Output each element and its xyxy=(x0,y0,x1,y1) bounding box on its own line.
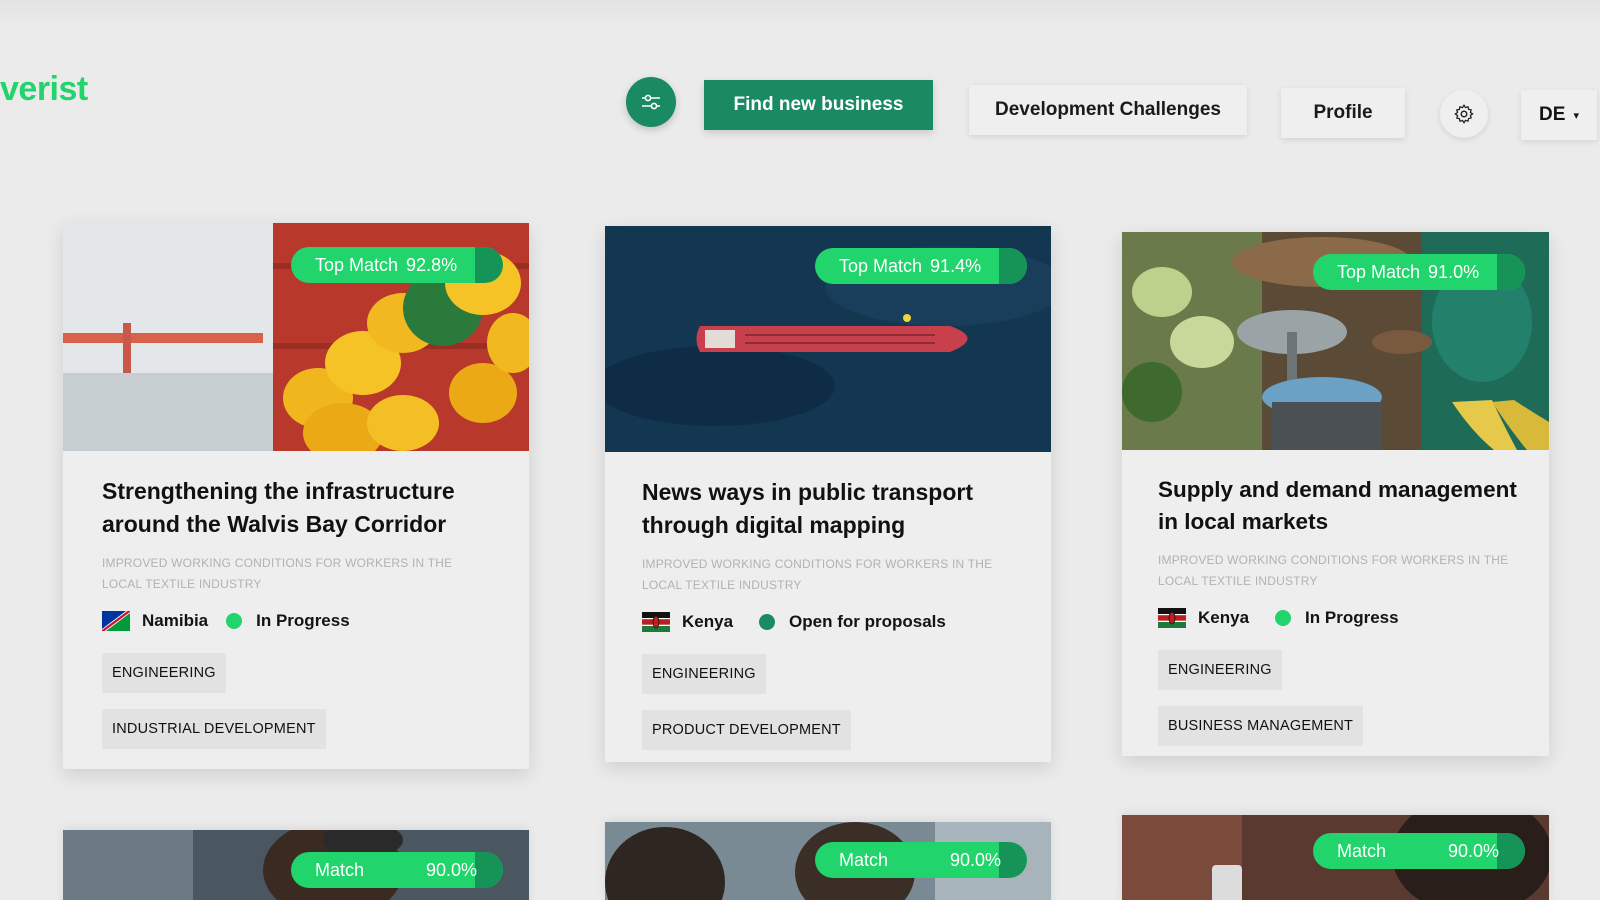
development-challenges-button[interactable]: Development Challenges xyxy=(969,85,1247,135)
tag[interactable]: ENGINEERING xyxy=(102,653,226,693)
project-card-1[interactable]: Top Match 92.8% Strengthening the infras… xyxy=(63,223,529,769)
language-label: DE xyxy=(1539,104,1566,125)
project-card-2[interactable]: Top Match 91.4% News ways in public tran… xyxy=(605,226,1051,762)
match-value: 92.8% xyxy=(406,254,458,275)
country-name: Kenya xyxy=(682,612,734,631)
kenya-flag-icon xyxy=(1158,608,1186,628)
match-badge: Top Match 92.8% xyxy=(291,247,503,283)
project-subtitle: IMPROVED WORKING CONDITIONS FOR WORKERS … xyxy=(1158,553,1509,588)
project-card-6[interactable]: Match 90.0% xyxy=(1122,815,1549,900)
match-badge: Top Match 91.4% xyxy=(815,248,1027,284)
project-subtitle: IMPROVED WORKING CONDITIONS FOR WORKERS … xyxy=(642,557,993,592)
match-badge: Match 90.0% xyxy=(291,852,503,888)
project-image: Top Match 91.0% xyxy=(1122,232,1549,450)
status-indicator xyxy=(1275,610,1292,626)
match-badge: Match 90.0% xyxy=(1313,833,1525,869)
status-text: Open for proposals xyxy=(789,612,946,631)
match-value: 90.0% xyxy=(425,859,477,880)
match-label: Match xyxy=(839,849,889,870)
gear-icon xyxy=(1454,104,1474,124)
project-image: Top Match 92.8% xyxy=(63,223,529,451)
match-value: 90.0% xyxy=(949,849,1001,870)
match-badge: Match 90.0% xyxy=(815,842,1027,878)
namibia-flag-icon xyxy=(102,611,130,631)
status-indicator xyxy=(226,613,243,629)
project-title[interactable]: Supply and demand management in local ma… xyxy=(1158,474,1519,538)
project-subtitle: IMPROVED WORKING CONDITIONS FOR WORKERS … xyxy=(102,556,453,591)
match-value: 91.4% xyxy=(930,255,982,276)
filter-button[interactable] xyxy=(626,77,676,127)
match-label: Match xyxy=(315,859,365,880)
status-text: In Progress xyxy=(256,611,350,630)
match-label: Top Match xyxy=(839,255,923,276)
kenya-flag-icon xyxy=(642,612,670,632)
match-label: Match xyxy=(1337,840,1387,861)
tag[interactable]: ENGINEERING xyxy=(642,654,766,694)
project-title[interactable]: Strengthening the infrastructure around … xyxy=(102,475,491,541)
match-label: Top Match xyxy=(315,254,399,275)
project-image: Match 90.0% xyxy=(605,822,1051,900)
country-name: Kenya xyxy=(1198,608,1250,627)
tag[interactable]: INDUSTRIAL DEVELOPMENT xyxy=(102,709,326,749)
profile-button[interactable]: Profile xyxy=(1281,88,1405,138)
find-new-business-button[interactable]: Find new business xyxy=(704,80,933,130)
project-title[interactable]: News ways in public transport through di… xyxy=(642,476,1013,542)
language-selector[interactable]: DE ▾ xyxy=(1521,90,1597,140)
status-indicator xyxy=(759,614,776,630)
project-image: Match 90.0% xyxy=(1122,815,1549,900)
project-card-4[interactable]: Match 90.0% xyxy=(63,830,529,900)
match-badge: Top Match 91.0% xyxy=(1313,254,1525,290)
top-edge xyxy=(0,0,1600,30)
status-text: In Progress xyxy=(1305,608,1399,627)
project-image: Match 90.0% xyxy=(63,830,529,900)
tag[interactable]: PRODUCT DEVELOPMENT xyxy=(642,710,851,750)
logo[interactable]: verist xyxy=(0,70,88,109)
sliders-icon xyxy=(642,94,660,110)
project-image: Top Match 91.4% xyxy=(605,226,1051,452)
tag[interactable]: ENGINEERING xyxy=(1158,650,1282,690)
chevron-down-icon: ▾ xyxy=(1573,109,1579,122)
country-name: Namibia xyxy=(142,611,209,630)
tag[interactable]: BUSINESS MANAGEMENT xyxy=(1158,706,1364,746)
settings-button[interactable] xyxy=(1440,90,1488,138)
project-card-3[interactable]: Top Match 91.0% Supply and demand manage… xyxy=(1122,232,1549,756)
match-label: Top Match xyxy=(1337,261,1421,282)
match-value: 91.0% xyxy=(1428,261,1480,282)
project-card-5[interactable]: Match 90.0% xyxy=(605,822,1051,900)
match-value: 90.0% xyxy=(1447,840,1499,861)
